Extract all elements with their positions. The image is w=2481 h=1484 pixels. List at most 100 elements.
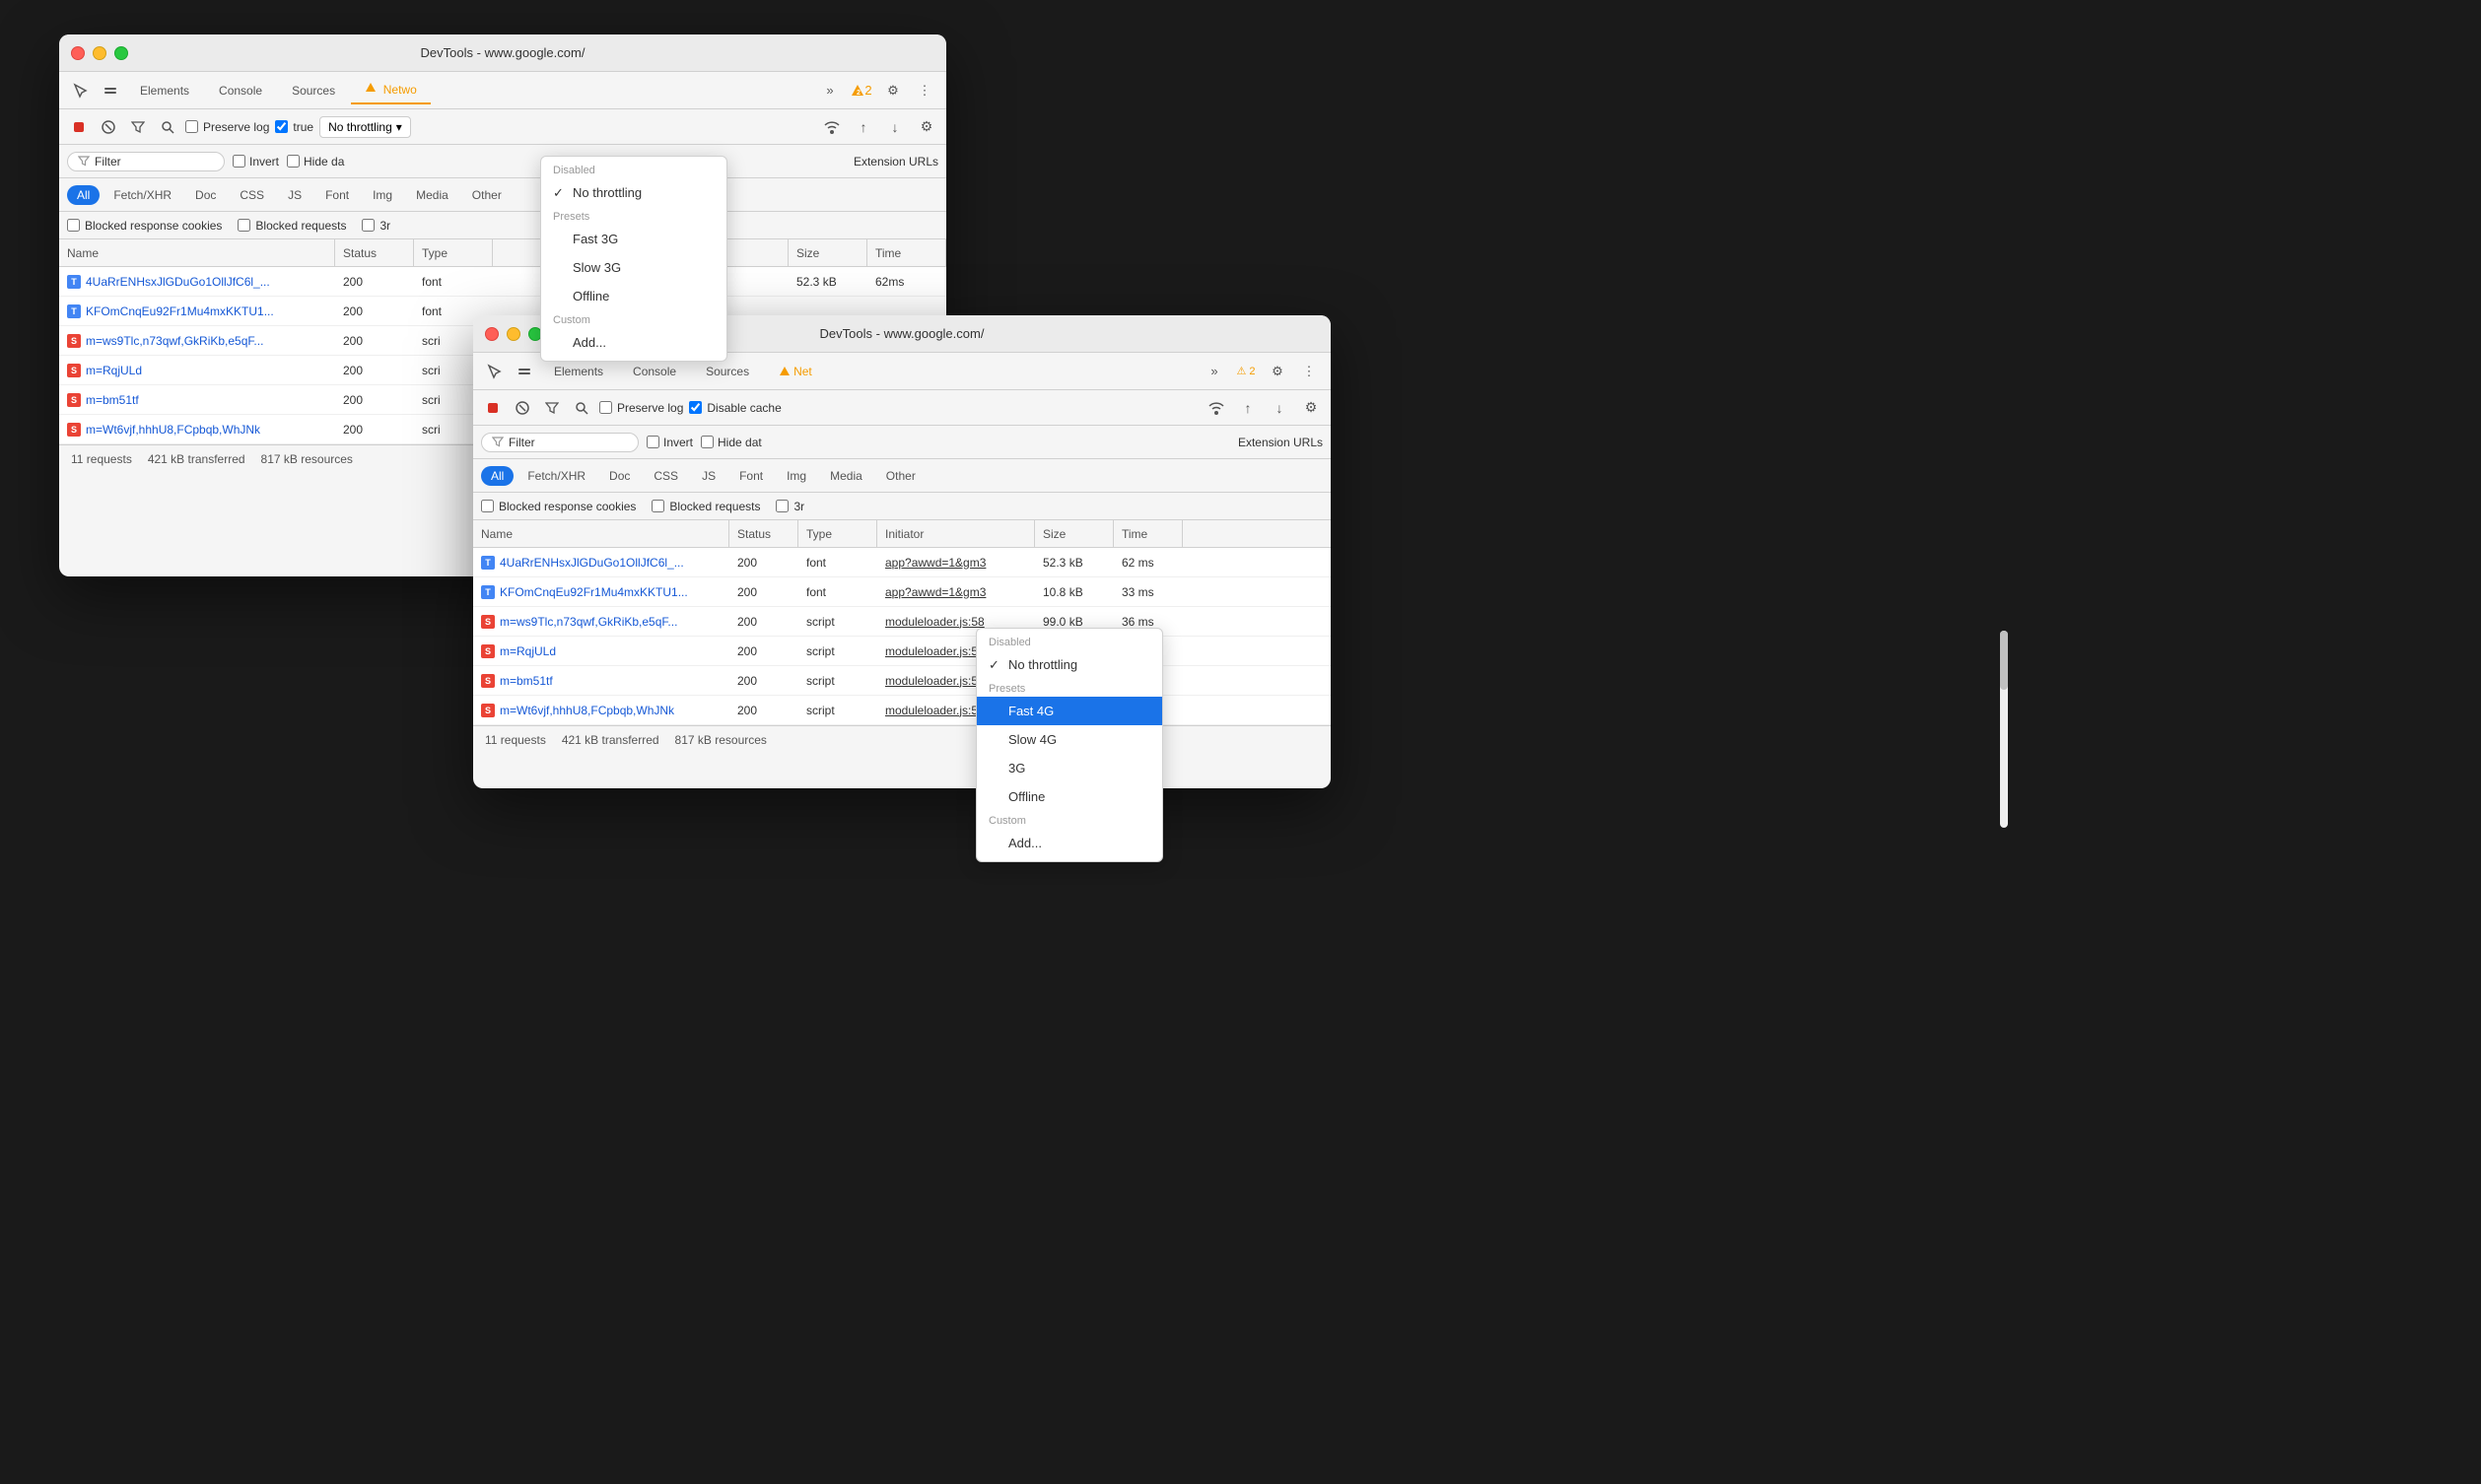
disable-cache-label-1[interactable]: true — [275, 120, 313, 134]
type-js-2[interactable]: JS — [692, 466, 725, 486]
tab-network-2[interactable]: Net — [765, 359, 826, 384]
col-type-1[interactable]: Type — [414, 239, 493, 266]
preserve-log-checkbox-1[interactable] — [185, 120, 198, 133]
type-all-2[interactable]: All — [481, 466, 514, 486]
more-icon-2[interactable]: ⋮ — [1295, 358, 1323, 385]
type-other-1[interactable]: Other — [462, 185, 512, 205]
filter-input-2[interactable]: Filter — [481, 433, 639, 452]
maximize-button-1[interactable] — [114, 46, 128, 60]
table-row[interactable]: T 4UaRrENHsxJlGDuGo1OllJfC6l_... 200 fon… — [59, 267, 946, 297]
disable-cache-checkbox-2[interactable] — [689, 401, 702, 414]
blocked-requests-label-1[interactable]: Blocked requests — [238, 219, 346, 233]
blocked-requests-checkbox-2[interactable] — [652, 500, 664, 512]
type-css-2[interactable]: CSS — [644, 466, 688, 486]
hide-data-checkbox-1[interactable] — [287, 155, 300, 168]
clear-icon[interactable] — [97, 115, 120, 139]
scrollbar-thumb-2[interactable] — [2000, 631, 2008, 690]
third-party-checkbox-1[interactable] — [362, 219, 375, 232]
type-fetch-xhr-1[interactable]: Fetch/XHR — [103, 185, 181, 205]
preserve-log-checkbox-2[interactable] — [599, 401, 612, 414]
col-initiator-h2[interactable]: Initiator — [877, 520, 1035, 547]
upload-icon-1[interactable]: ↑ — [852, 115, 875, 139]
add-option-2[interactable]: Add... — [977, 829, 1162, 857]
fast-3g-option-1[interactable]: Fast 3G — [541, 225, 726, 253]
type-css-1[interactable]: CSS — [230, 185, 274, 205]
filter-input-1[interactable]: Filter — [67, 152, 225, 171]
table-row[interactable]: S m=ws9Tlc,n73qwf,GkRiKb,e5qF... 200 scr… — [473, 607, 1331, 637]
table-row[interactable]: T KFOmCnqEu92Fr1Mu4mxKKTU1... 200 font a… — [473, 577, 1331, 607]
add-option-1[interactable]: Add... — [541, 328, 726, 357]
third-party-label-2[interactable]: 3r — [776, 500, 804, 513]
offline-option-1[interactable]: Offline — [541, 282, 726, 310]
download-icon-2[interactable]: ↓ — [1268, 396, 1291, 420]
blocked-cookies-checkbox-2[interactable] — [481, 500, 494, 512]
warning-badge-2[interactable]: ⚠ 2 — [1232, 358, 1260, 385]
blocked-cookies-label-1[interactable]: Blocked response cookies — [67, 219, 222, 233]
tab-elements-1[interactable]: Elements — [126, 78, 203, 103]
hide-data-label-2[interactable]: Hide dat — [701, 436, 762, 449]
preserve-log-label-1[interactable]: Preserve log — [185, 120, 269, 134]
blocked-cookies-checkbox-1[interactable] — [67, 219, 80, 232]
offline-option-2[interactable]: Offline — [977, 782, 1162, 811]
tab-console-2[interactable]: Console — [619, 359, 690, 384]
invert-checkbox-2[interactable] — [647, 436, 659, 448]
close-button-2[interactable] — [485, 327, 499, 341]
warning-badge-1[interactable]: 2 2 — [848, 77, 875, 104]
scrollbar-2[interactable] — [2000, 631, 2008, 828]
wifi-icon-2[interactable] — [1205, 396, 1228, 420]
preserve-log-label-2[interactable]: Preserve log — [599, 401, 683, 415]
type-all-1[interactable]: All — [67, 185, 100, 205]
settings-icon-2[interactable]: ⚙ — [1264, 358, 1291, 385]
settings-icon-1[interactable]: ⚙ — [879, 77, 907, 104]
col-size-h2[interactable]: Size — [1035, 520, 1114, 547]
row2-init-2[interactable]: app?awwd=1&gm3 — [877, 585, 1035, 599]
type-font-2[interactable]: Font — [729, 466, 773, 486]
blocked-cookies-label-2[interactable]: Blocked response cookies — [481, 500, 636, 513]
table-row[interactable]: S m=bm51tf 200 script moduleloader.js:58… — [473, 666, 1331, 696]
type-media-2[interactable]: Media — [820, 466, 872, 486]
minimize-button-1[interactable] — [93, 46, 106, 60]
throttle-button-1[interactable]: No throttling ▾ — [319, 116, 411, 138]
network-settings-icon-2[interactable]: ⚙ — [1299, 396, 1323, 420]
stop-icon-2[interactable] — [481, 396, 505, 420]
table-row[interactable]: T 4UaRrENHsxJlGDuGo1OllJfC6l_... 200 fon… — [473, 548, 1331, 577]
cursor-icon-2[interactable] — [481, 358, 509, 385]
col-status-1[interactable]: Status — [335, 239, 414, 266]
wifi-icon-1[interactable] — [820, 115, 844, 139]
close-button-1[interactable] — [71, 46, 85, 60]
row2-init-3[interactable]: moduleloader.js:58 — [877, 615, 1035, 629]
cursor-icon[interactable] — [67, 77, 95, 104]
type-js-1[interactable]: JS — [278, 185, 311, 205]
type-font-1[interactable]: Font — [315, 185, 359, 205]
disable-cache-label-2[interactable]: Disable cache — [689, 401, 781, 415]
col-size-1[interactable]: Size — [789, 239, 867, 266]
filter-icon-2[interactable] — [540, 396, 564, 420]
type-img-1[interactable]: Img — [363, 185, 402, 205]
third-party-label-1[interactable]: 3r — [362, 219, 390, 233]
col-status-h2[interactable]: Status — [729, 520, 798, 547]
minimize-button-2[interactable] — [507, 327, 520, 341]
invert-label-2[interactable]: Invert — [647, 436, 693, 449]
type-doc-1[interactable]: Doc — [185, 185, 226, 205]
row2-init-1[interactable]: app?awwd=1&gm3 — [877, 556, 1035, 570]
col-name-1[interactable]: Name — [59, 239, 335, 266]
col-type-h2[interactable]: Type — [798, 520, 877, 547]
table-row[interactable]: S m=RqjULd 200 script moduleloader.js:58… — [473, 637, 1331, 666]
tab-network-1[interactable]: Netwo — [351, 76, 431, 104]
disable-cache-checkbox-1[interactable] — [275, 120, 288, 133]
type-fetch-xhr-2[interactable]: Fetch/XHR — [517, 466, 595, 486]
blocked-requests-label-2[interactable]: Blocked requests — [652, 500, 760, 513]
hide-data-checkbox-2[interactable] — [701, 436, 714, 448]
network-settings-icon-1[interactable]: ⚙ — [915, 115, 938, 139]
blocked-requests-checkbox-1[interactable] — [238, 219, 250, 232]
hide-data-label-1[interactable]: Hide da — [287, 155, 344, 169]
type-doc-2[interactable]: Doc — [599, 466, 640, 486]
search-icon-1[interactable] — [156, 115, 179, 139]
type-img-2[interactable]: Img — [777, 466, 816, 486]
filter-icon-1[interactable] — [126, 115, 150, 139]
chevron-right-icon[interactable]: » — [816, 77, 844, 104]
col-time-h2[interactable]: Time — [1114, 520, 1183, 547]
stop-icon[interactable] — [67, 115, 91, 139]
more-icon-1[interactable]: ⋮ — [911, 77, 938, 104]
col-name-h2[interactable]: Name — [473, 520, 729, 547]
